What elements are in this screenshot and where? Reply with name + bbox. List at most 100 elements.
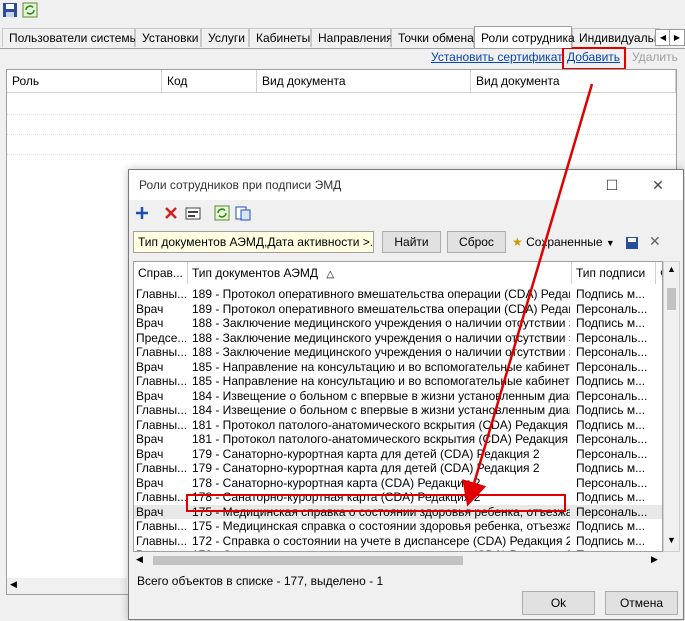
cell-reference: Врач: [136, 359, 164, 374]
vertical-scrollbar[interactable]: ▲ ▼: [663, 261, 680, 552]
maximize-icon[interactable]: ☐: [599, 174, 625, 196]
hscroll-thumb[interactable]: [153, 556, 463, 565]
table-row[interactable]: Главны... 175 - Медицинская справка о сос…: [134, 519, 662, 534]
cell-signature-type: Подпись м...: [576, 316, 646, 330]
col-aemd-doc-type[interactable]: Тип документов АЭМД △: [188, 262, 572, 284]
install-certificate-link[interactable]: Установить сертификат: [431, 50, 563, 64]
refresh-icon[interactable]: [213, 204, 231, 224]
scroll-left-icon[interactable]: ◀: [10, 579, 17, 590]
col-reference[interactable]: Справ...: [134, 262, 188, 284]
properties-icon[interactable]: [184, 204, 202, 224]
cell-signature-type: Персональ...: [576, 432, 648, 446]
tab-users[interactable]: Пользователи системы: [2, 28, 138, 47]
tab-directions[interactable]: Направления: [311, 28, 393, 47]
cell-doc-type: 185 - Направление на консультацию и во в…: [192, 359, 570, 374]
saved-filters-dropdown[interactable]: ★ Сохраненные ▼: [512, 232, 615, 252]
cell-doc-type: 172 - Справка о состоянии на учете в дис…: [192, 533, 570, 548]
cell-doc-type: 181 - Протокол патолого-анатомического в…: [192, 432, 570, 446]
grid-empty-row: [7, 114, 676, 115]
cell-doc-type: 184 - Извещение о больном с впервые в жи…: [192, 403, 570, 417]
cell-reference: Главны...: [136, 287, 186, 301]
table-row[interactable]: Главны... 188 - Заключение медицинского у…: [134, 345, 662, 360]
table-row[interactable]: Врач 178 - Санаторно-курортная карта (CDA…: [134, 476, 662, 491]
table-row[interactable]: Врач 189 - Протокол оперативного вмешател…: [134, 302, 662, 317]
col-aemd-doc-type-label: Тип документов АЭМД: [192, 266, 319, 280]
cell-doc-type: 178 - Санаторно-курортная карта (CDA) Ре…: [192, 475, 481, 490]
filter-summary[interactable]: Тип документов АЭМД,Дата активности >...: [133, 231, 374, 253]
table-row[interactable]: Предсе... 188 - Заключение медицинского у…: [134, 331, 662, 346]
save-icon[interactable]: [2, 2, 20, 20]
status-text: Всего объектов в списке - 177, выделено …: [137, 574, 384, 588]
folder-star-icon: ★: [512, 235, 523, 249]
col-signature-type[interactable]: Тип подписи: [572, 262, 656, 284]
grid-empty-row: [7, 134, 676, 135]
cell-reference: Врач: [136, 475, 164, 490]
col-code[interactable]: Код: [162, 70, 257, 92]
cell-reference: Врач: [136, 388, 164, 403]
col-doc-type-2[interactable]: Вид документа: [471, 70, 676, 92]
col-extra[interactable]: Ф: [656, 262, 662, 284]
sort-asc-icon: △: [326, 269, 335, 280]
scroll-thumb[interactable]: [667, 288, 676, 310]
refresh-icon[interactable]: [22, 2, 40, 20]
cell-reference: Главны...: [136, 417, 186, 432]
cell-doc-type: 184 - Извещение о больном с впервые в жи…: [192, 388, 570, 403]
tab-services[interactable]: Услуги: [201, 28, 249, 47]
tab-individual[interactable]: Индивидуальны: [572, 28, 660, 47]
add-icon[interactable]: [133, 204, 151, 224]
cell-doc-type: 188 - Заключение медицинского учреждения…: [192, 330, 570, 345]
col-role[interactable]: Роль: [7, 70, 162, 92]
cell-signature-type: Подпись м...: [576, 533, 646, 548]
cell-reference: Главны...: [136, 374, 186, 388]
cell-doc-type: 189 - Протокол оперативного вмешательств…: [192, 287, 570, 301]
ok-button[interactable]: Ok: [522, 591, 595, 615]
tab-employee-roles[interactable]: Роли сотрудника: [474, 26, 575, 48]
grid-hscrollbar[interactable]: ◀: [7, 578, 127, 594]
find-button[interactable]: Найти: [382, 231, 441, 253]
col-doc-type[interactable]: Вид документа: [257, 70, 471, 92]
table-row[interactable]: Главны... 185 - Направление на консультац…: [134, 374, 662, 389]
tab-exchange-points[interactable]: Точки обмена: [391, 28, 474, 47]
delete-icon[interactable]: [162, 204, 180, 224]
table-row[interactable]: Главны... 189 - Протокол оперативного вме…: [134, 287, 662, 302]
tab-scroll-right-icon[interactable]: ▶: [669, 29, 685, 46]
export-icon[interactable]: [234, 204, 252, 224]
close-icon[interactable]: ✕: [645, 174, 671, 196]
cell-signature-type: Персональ...: [576, 359, 648, 374]
reset-button[interactable]: Сброс: [447, 231, 506, 253]
scroll-left-icon[interactable]: ◀: [136, 554, 143, 565]
scroll-up-icon[interactable]: ▲: [667, 264, 676, 274]
scroll-down-icon[interactable]: ▼: [667, 535, 676, 545]
cell-signature-type: Персональ...: [576, 301, 648, 316]
cell-signature-type: Подпись м...: [576, 287, 646, 301]
cell-doc-type: 179 - Санаторно-курортная карта для дете…: [192, 461, 540, 475]
cell-doc-type: 179 - Санаторно-курортная карта для дете…: [192, 446, 540, 461]
horizontal-scrollbar[interactable]: ◀ ▶: [133, 552, 663, 569]
table-row[interactable]: Главны... 184 - Извещение о больном с впе…: [134, 403, 662, 418]
save-filter-icon[interactable]: [624, 234, 640, 253]
table-row[interactable]: Врач 181 - Протокол патолого-анатомическо…: [134, 432, 662, 447]
cell-signature-type: Персональ...: [576, 345, 648, 359]
clear-filter-icon[interactable]: ✕: [649, 233, 661, 250]
cell-doc-type: 189 - Протокол оперативного вмешательств…: [192, 301, 570, 316]
delete-link[interactable]: Удалить: [632, 50, 678, 64]
table-row[interactable]: Врач 184 - Извещение о больном с впервые …: [134, 389, 662, 404]
table-row[interactable]: Врач 188 - Заключение медицинского учрежд…: [134, 316, 662, 331]
grid-empty-row: [7, 154, 676, 155]
cell-reference: Врач: [136, 504, 164, 519]
dialog-title: Роли сотрудников при подписи ЭМД: [139, 178, 342, 192]
tab-cabinets[interactable]: Кабинеты: [249, 28, 311, 47]
table-row[interactable]: Главны... 181 - Протокол патолого-анатоми…: [134, 418, 662, 433]
table-row[interactable]: Врач 185 - Направление на консультацию и …: [134, 360, 662, 375]
cell-signature-type: Подпись м...: [576, 374, 646, 388]
cell-doc-type: 188 - Заключение медицинского учреждения…: [192, 316, 570, 330]
table-row[interactable]: Главны... 172 - Справка о состоянии на уч…: [134, 534, 662, 549]
cell-reference: Главны...: [136, 345, 186, 359]
cell-doc-type: 188 - Заключение медицинского учреждения…: [192, 345, 570, 359]
tab-settings[interactable]: Установки: [135, 28, 201, 47]
table-row[interactable]: Врач 179 - Санаторно-курортная карта для …: [134, 447, 662, 462]
table-row[interactable]: Главны... 179 - Санаторно-курортная карта…: [134, 461, 662, 476]
dialog-titlebar: Роли сотрудников при подписи ЭМД ☐ ✕: [129, 170, 683, 200]
scroll-right-icon[interactable]: ▶: [651, 554, 658, 565]
cancel-button[interactable]: Отмена: [605, 591, 678, 615]
